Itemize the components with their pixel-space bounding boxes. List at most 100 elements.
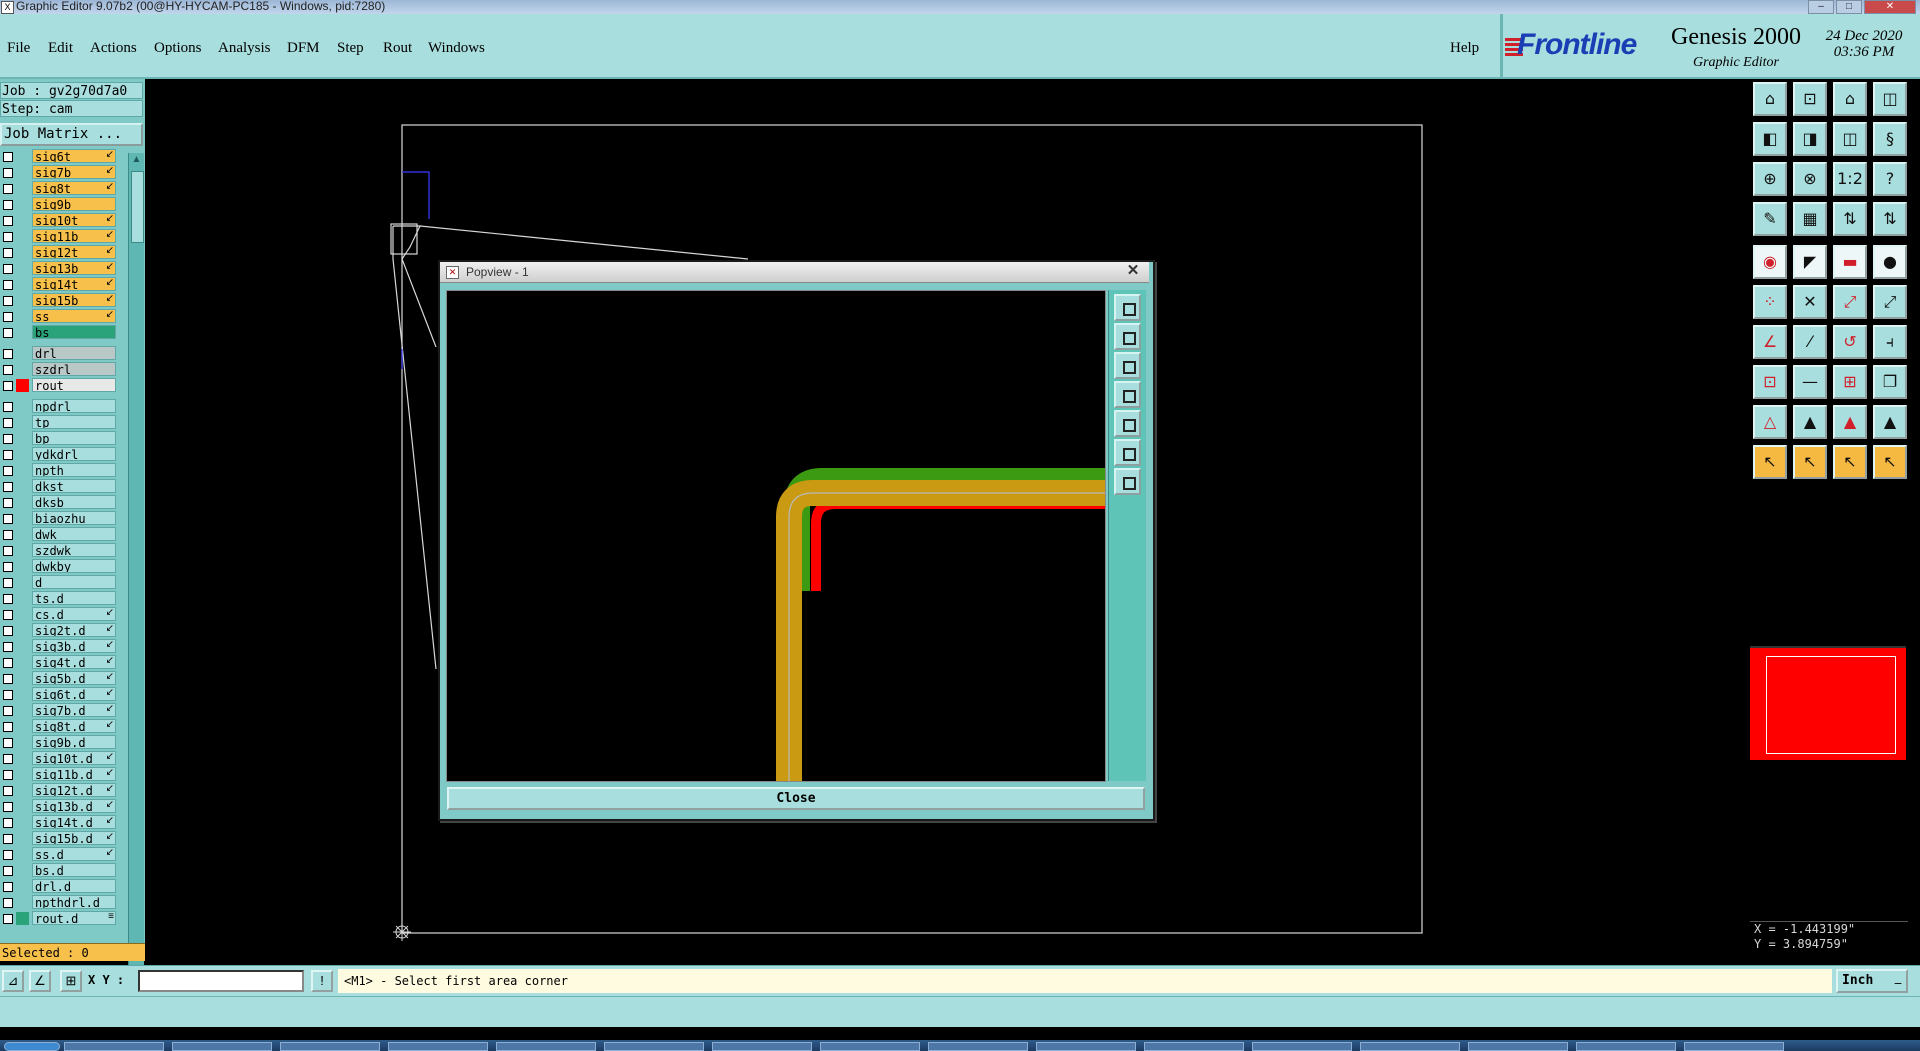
layer-checkbox[interactable] <box>3 296 13 306</box>
layer-name[interactable]: sig4t.d <box>32 655 116 669</box>
layer-row[interactable]: sig9b <box>0 197 118 212</box>
layer-name[interactable]: dwkby <box>32 559 116 573</box>
split-view-button[interactable]: ◫ <box>1873 82 1907 116</box>
scale-button[interactable]: 1:2 <box>1833 162 1867 196</box>
layer-checkbox[interactable] <box>3 152 13 162</box>
layer-name[interactable]: d <box>32 575 116 589</box>
snap-mode-icon[interactable]: ⊿ <box>2 970 24 992</box>
layer-name[interactable]: bs.d <box>32 863 116 877</box>
taskbar-item[interactable] <box>280 1042 380 1051</box>
layer-checkbox[interactable] <box>3 594 13 604</box>
layer-name[interactable]: sig13b.d <box>32 799 116 813</box>
menu-windows[interactable]: Windows <box>428 40 485 57</box>
layer-checkbox[interactable] <box>3 349 13 359</box>
layer-name[interactable]: sig9b <box>32 197 116 211</box>
select-4-button[interactable]: ↖ <box>1873 445 1907 479</box>
grid-icon[interactable]: ⊞ <box>60 970 82 992</box>
layer-row[interactable]: sig15b ↙ <box>0 293 118 308</box>
popview-pan-left-button[interactable] <box>1114 381 1141 408</box>
taskbar-item[interactable] <box>388 1042 488 1051</box>
layer-row[interactable]: sig11b ↙ <box>0 229 118 244</box>
scroll-up-icon[interactable]: ▲ <box>130 153 143 166</box>
ruler-button[interactable]: ▬ <box>1833 245 1867 279</box>
maximize-button[interactable]: □ <box>1836 0 1862 14</box>
layer-checkbox[interactable] <box>3 786 13 796</box>
layer-checkbox[interactable] <box>3 232 13 242</box>
rotate-button[interactable]: § <box>1873 122 1907 156</box>
add-line-button[interactable]: ◤ <box>1793 245 1827 279</box>
layer-row[interactable]: sig14t.d ↙ <box>0 815 118 830</box>
add-pad-button[interactable]: ◉ <box>1753 245 1787 279</box>
layer-name[interactable]: sig8t.d <box>32 719 116 733</box>
layer-row[interactable]: szdwk <box>0 543 118 558</box>
layer-name[interactable]: sig6t.d <box>32 687 116 701</box>
layer-name[interactable]: sig14t.d <box>32 815 116 829</box>
layer-name[interactable]: drl <box>32 346 116 360</box>
connect-button[interactable]: ⤢ <box>1833 285 1867 319</box>
layer-checkbox[interactable] <box>3 466 13 476</box>
layer-name[interactable]: bp <box>32 431 116 445</box>
layer-row[interactable]: sig12t.d ↙ <box>0 783 118 798</box>
layer-name[interactable]: sig8t <box>32 181 116 195</box>
layer-row[interactable]: sig9b.d <box>0 735 118 750</box>
layer-name[interactable]: sig12t.d <box>32 783 116 797</box>
layer-checkbox[interactable] <box>3 674 13 684</box>
taskbar-item[interactable] <box>64 1042 164 1051</box>
layer-row[interactable]: ss ↙ <box>0 309 118 324</box>
taskbar-item[interactable] <box>1576 1042 1676 1051</box>
layer-row[interactable]: sig15b.d ↙ <box>0 831 118 846</box>
layer-checkbox[interactable] <box>3 770 13 780</box>
layer-name[interactable]: sig2t.d <box>32 623 116 637</box>
layer-row[interactable]: sig14t ↙ <box>0 277 118 292</box>
layer-checkbox[interactable] <box>3 818 13 828</box>
taskbar-item[interactable] <box>604 1042 704 1051</box>
popview-pan-down-button[interactable] <box>1114 352 1141 379</box>
layer-checkbox[interactable] <box>3 914 13 924</box>
layer-row[interactable]: bs <box>0 325 118 340</box>
minimize-button[interactable]: – <box>1808 0 1834 14</box>
info-icon[interactable]: ! <box>311 970 333 992</box>
layer-name[interactable]: sig9b.d <box>32 735 116 749</box>
pan-left-button[interactable]: ◧ <box>1753 122 1787 156</box>
layer-checkbox[interactable] <box>3 882 13 892</box>
layer-name[interactable]: npth <box>32 463 116 477</box>
layer-row[interactable]: cs.d ↙ <box>0 607 118 622</box>
layer-row[interactable]: biaozhu <box>0 511 118 526</box>
layer-name[interactable]: sig11b <box>32 229 116 243</box>
start-button[interactable] <box>4 1042 60 1051</box>
layer-name[interactable]: npdrl <box>32 399 116 413</box>
layer-row[interactable]: sig12t ↙ <box>0 245 118 260</box>
popview-pan-right-button[interactable] <box>1114 410 1141 437</box>
slash-button[interactable]: ⁄ <box>1793 325 1827 359</box>
layer-checkbox[interactable] <box>3 626 13 636</box>
layer-checkbox[interactable] <box>3 482 13 492</box>
layer-checkbox[interactable] <box>3 578 13 588</box>
snap-red-2-button[interactable]: ⇅ <box>1873 202 1907 236</box>
taskbar-item[interactable] <box>1252 1042 1352 1051</box>
layer-name[interactable]: ss <box>32 309 116 323</box>
layer-name[interactable]: sig3b.d <box>32 639 116 653</box>
layer-row[interactable]: sig7b ↙ <box>0 165 118 180</box>
layer-name[interactable]: dkst <box>32 479 116 493</box>
menu-file[interactable]: File <box>7 40 30 57</box>
layer-name[interactable]: szdwk <box>32 543 116 557</box>
layer-color-swatch[interactable] <box>16 912 29 925</box>
layer-row[interactable]: sig3b.d ↙ <box>0 639 118 654</box>
taskbar-item[interactable] <box>820 1042 920 1051</box>
menu-edit[interactable]: Edit <box>48 40 73 57</box>
menu-help[interactable]: Help <box>1450 40 1479 57</box>
layer-row[interactable]: dksb <box>0 495 118 510</box>
layer-row[interactable]: sig11b.d ↙ <box>0 767 118 782</box>
home-button[interactable]: ⌂ <box>1833 82 1867 116</box>
menu-dfm[interactable]: DFM <box>287 40 320 57</box>
layer-name[interactable]: ss.d <box>32 847 116 861</box>
layer-name[interactable]: sig7b.d <box>32 703 116 717</box>
arc-button[interactable]: ↺ <box>1833 325 1867 359</box>
layer-row[interactable]: sig13b ↙ <box>0 261 118 276</box>
layer-checkbox[interactable] <box>3 802 13 812</box>
layer-checkbox[interactable] <box>3 184 13 194</box>
layer-checkbox[interactable] <box>3 280 13 290</box>
layer-checkbox[interactable] <box>3 530 13 540</box>
layer-checkbox[interactable] <box>3 642 13 652</box>
layer-checkbox[interactable] <box>3 381 13 391</box>
